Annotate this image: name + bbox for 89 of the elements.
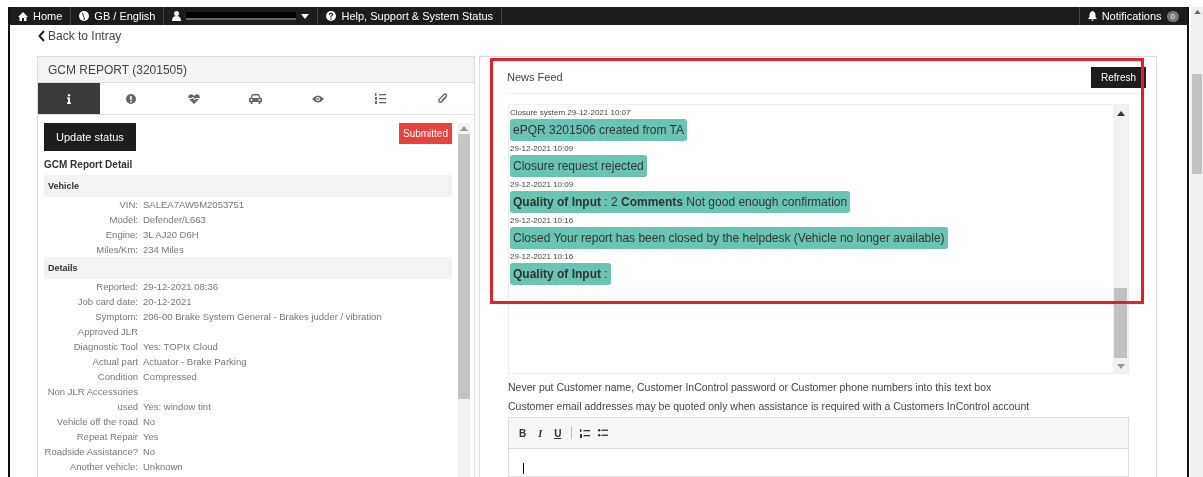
field-label: Roadside Assistance? xyxy=(44,445,138,459)
message-bubble: ePQR 3201506 created from TA xyxy=(510,119,687,141)
notification-count-badge: 0 xyxy=(1166,10,1180,22)
alert-icon xyxy=(126,93,137,104)
scrollbar[interactable] xyxy=(1113,105,1129,373)
field-value: Actuator - Brake Parking xyxy=(143,355,247,369)
scroll-thumb[interactable] xyxy=(458,134,470,399)
field-value: 234 Miles xyxy=(143,243,184,257)
info-icon xyxy=(67,93,72,104)
scrollbar[interactable] xyxy=(458,123,470,477)
field-value: Yes xyxy=(143,430,159,444)
field-label: Symptom: xyxy=(94,310,138,324)
field-label: Model: xyxy=(108,213,138,227)
notifications-link[interactable]: Notifications 0 xyxy=(1078,7,1188,25)
field-value: 3L AJ20 D6H xyxy=(143,228,199,242)
field-label: Repeat Repair xyxy=(75,430,138,444)
report-title: GCM REPORT (3201505) xyxy=(48,62,187,77)
car-icon xyxy=(249,93,263,104)
underline-button[interactable]: U xyxy=(552,427,564,439)
field-value: 20-12-2021 xyxy=(143,295,192,309)
field-value: Unknown xyxy=(143,460,183,474)
panel-title: News Feed xyxy=(507,71,563,83)
notice-text: Customer email addresses may be quoted only when assistance is required with a Customers InControl account xyxy=(508,400,1031,412)
text-editor[interactable]: B I U xyxy=(508,417,1130,477)
nav-link[interactable]: Home xyxy=(10,7,72,25)
field-label: Condition xyxy=(96,370,138,384)
message-meta: 29-12-2021 10:16 xyxy=(510,251,574,263)
message-bubble: Closure request rejected xyxy=(510,155,647,177)
field-label: Reported: xyxy=(95,280,138,294)
field-label: Engine: xyxy=(104,228,138,242)
message-meta: 29-12-2021 10:09 xyxy=(510,179,574,191)
field-label: Job card date: xyxy=(76,295,138,309)
tab[interactable] xyxy=(38,83,101,114)
message-bubble: Closed Your report has been closed by the helpdesk (Vehicle no longer available) xyxy=(510,227,948,249)
field-label: Miles/Km: xyxy=(95,243,138,257)
message-bubble: Quality of Input : xyxy=(510,263,611,285)
update-status-button[interactable]: Update status xyxy=(44,123,136,151)
bell-icon xyxy=(1087,11,1097,21)
caret-icon[interactable] xyxy=(301,13,310,19)
eye-icon xyxy=(312,94,325,103)
page-scrollbar[interactable] xyxy=(1191,7,1203,477)
field-value: Defender/L663 xyxy=(143,213,206,227)
field-label: Diagnostic Tool xyxy=(72,340,138,354)
scroll-up-icon xyxy=(1116,111,1125,116)
scroll-thumb[interactable] xyxy=(1114,288,1128,358)
notice-text: Never put Customer name, Customer InControl password or Customer phone numbers into this text box xyxy=(508,381,993,393)
paperclip-icon xyxy=(437,93,448,104)
field-label: Non JLR Accessories used xyxy=(46,385,138,414)
field-value: Yes: window tint xyxy=(143,400,211,414)
bullet-list-icon[interactable] xyxy=(598,429,609,437)
scroll-up-icon xyxy=(1193,10,1201,14)
back-link[interactable]: Back to Intray xyxy=(38,29,1188,43)
field-label: Another vehicle: xyxy=(68,460,138,474)
message-meta: 29-12-2021 10:16 xyxy=(510,215,574,227)
field-value: Compressed xyxy=(143,370,197,384)
bold-button[interactable]: B xyxy=(517,427,529,439)
message-bubble: Quality of Input : 2 Comments Not good enough confirmation xyxy=(510,191,851,213)
help-icon xyxy=(326,11,337,21)
status-badge: Submitted xyxy=(398,123,452,144)
field-value: No xyxy=(143,445,156,459)
scroll-up-icon xyxy=(460,126,468,131)
globe-icon xyxy=(79,11,90,21)
field-value: No xyxy=(143,415,156,429)
text-cursor xyxy=(523,463,524,474)
section-header-bar: Vehicle xyxy=(44,175,452,197)
field-value: Yes: TOPIx Cloud xyxy=(143,340,218,354)
section-header-bar: Details xyxy=(44,257,452,279)
field-value: 206-00 Brake System General - Brakes judder / vibration xyxy=(143,310,382,324)
field-label: VIN: xyxy=(118,198,138,212)
chevron-left-icon xyxy=(38,30,45,42)
user-icon xyxy=(172,11,182,21)
field-value: 29-12-2021 08:36 xyxy=(143,280,218,294)
section-heading: GCM Report Detail xyxy=(44,159,134,170)
nav-link[interactable]: GB / English xyxy=(71,7,165,25)
refresh-button[interactable]: Refresh xyxy=(1091,66,1147,88)
italic-button[interactable]: I xyxy=(536,427,545,439)
field-label: Approved JLR xyxy=(76,325,138,339)
scroll-thumb[interactable] xyxy=(1192,74,1202,174)
home-icon xyxy=(18,11,28,21)
nav-link[interactable]: Help, Support & System Status xyxy=(318,7,503,25)
field-label: Vehicle off the road xyxy=(55,415,138,429)
heart-pulse-icon xyxy=(187,93,200,104)
numbered-list-icon[interactable] xyxy=(580,428,591,438)
message-meta: 29-12-2021 10:09 xyxy=(510,143,574,155)
message-meta: Closure system 29-12-2021 10:07 xyxy=(510,107,631,119)
scroll-down-icon xyxy=(1116,364,1125,369)
field-value: SALEA7AW9M2053751 xyxy=(143,198,245,212)
field-label: Actual part xyxy=(91,355,138,369)
numbered-list-icon xyxy=(375,93,387,104)
